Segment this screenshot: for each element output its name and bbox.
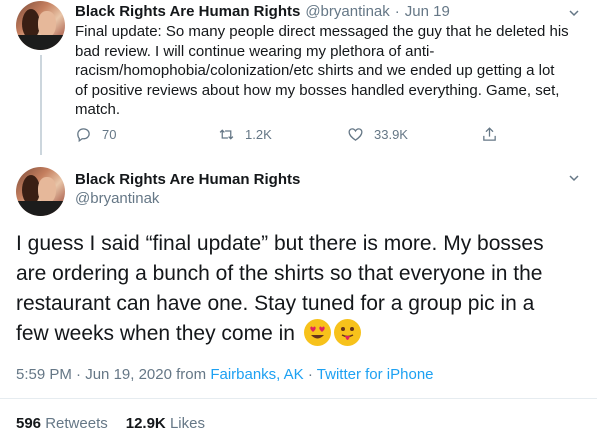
separator-dot: ·: [76, 366, 82, 383]
location-link[interactable]: Fairbanks, AK: [210, 366, 303, 383]
source-client-link[interactable]: Twitter for iPhone: [317, 366, 434, 383]
avatar[interactable]: [16, 167, 65, 216]
handle[interactable]: @bryantinak: [305, 3, 389, 20]
main-tweet-text: I guess I said “final update” but there …: [16, 229, 586, 349]
reply-button[interactable]: 70: [75, 126, 116, 143]
share-button[interactable]: [481, 126, 508, 143]
like-button[interactable]: 33.9K: [347, 126, 408, 143]
retweets-stat[interactable]: 596 Retweets: [16, 415, 108, 432]
like-count: 33.9K: [374, 127, 408, 142]
tweet-full-date[interactable]: Jun 19, 2020: [85, 366, 172, 383]
retweet-count: 1.2K: [245, 127, 272, 142]
tweet-text-line: of positive reviews about how my bosses …: [75, 81, 560, 99]
separator-dot: ·: [394, 3, 400, 20]
reply-count: 70: [102, 127, 117, 142]
retweets-count: 596: [16, 415, 42, 432]
heart-icon: [348, 128, 363, 141]
retweets-label: Retweets: [45, 415, 108, 432]
retweet-button[interactable]: 1.2K: [218, 126, 272, 143]
divider: [0, 398, 597, 399]
separator-dot: ·: [307, 366, 313, 383]
handle[interactable]: @bryantinak: [75, 190, 300, 207]
tweet-text: Final update: So many people direct mess…: [75, 22, 585, 120]
tweet-metadata: 5:59 PM · Jun 19, 2020 from Fairbanks, A…: [16, 366, 434, 383]
display-name[interactable]: Black Rights Are Human Rights: [75, 171, 300, 188]
share-icon: [483, 127, 496, 141]
tweet-time[interactable]: 5:59 PM: [16, 366, 72, 383]
tweet-text-line: restaurant can have one. Stay tuned for …: [16, 292, 535, 315]
tweet-text-line-last: few weeks when they come in: [16, 319, 586, 349]
reply-icon: [77, 128, 90, 143]
display-name[interactable]: Black Rights Are Human Rights: [75, 3, 300, 20]
thread-connector-line: [40, 55, 42, 155]
tongue-out-emoji: [333, 319, 361, 346]
chevron-down-icon[interactable]: [568, 171, 580, 183]
main-tweet-author: Black Rights Are Human Rights @bryantina…: [75, 171, 300, 207]
avatar[interactable]: [16, 1, 65, 50]
retweet-icon: [219, 129, 234, 140]
tweet-text-line: are ordering a bunch of the shirts so th…: [16, 262, 543, 285]
tweet-date[interactable]: Jun 19: [405, 3, 450, 20]
tweet-text-line: I guess I said “final update” but there …: [16, 232, 544, 255]
tweet-text-line: bad review. I will continue wearing my p…: [75, 42, 435, 60]
tweet-text-line: Final update: So many people direct mess…: [75, 23, 569, 40]
tweet-text-line: few weeks when they come in: [16, 322, 295, 345]
likes-label: Likes: [169, 415, 205, 432]
likes-count: 12.9K: [125, 415, 166, 432]
likes-stat[interactable]: 12.9K Likes: [126, 415, 205, 432]
tweet-stats: 596 Retweets 12.9K Likes: [16, 415, 205, 432]
from-label: from: [176, 366, 207, 383]
heart-eyes-emoji: [303, 319, 331, 346]
tweet-text-line: match.: [75, 101, 121, 119]
tweet-text-line: racism/homophobia/colonization/etc shirt…: [75, 62, 555, 80]
chevron-down-icon[interactable]: [568, 6, 580, 18]
tweet-header: Black Rights Are Human Rights @bryantina…: [75, 3, 450, 20]
